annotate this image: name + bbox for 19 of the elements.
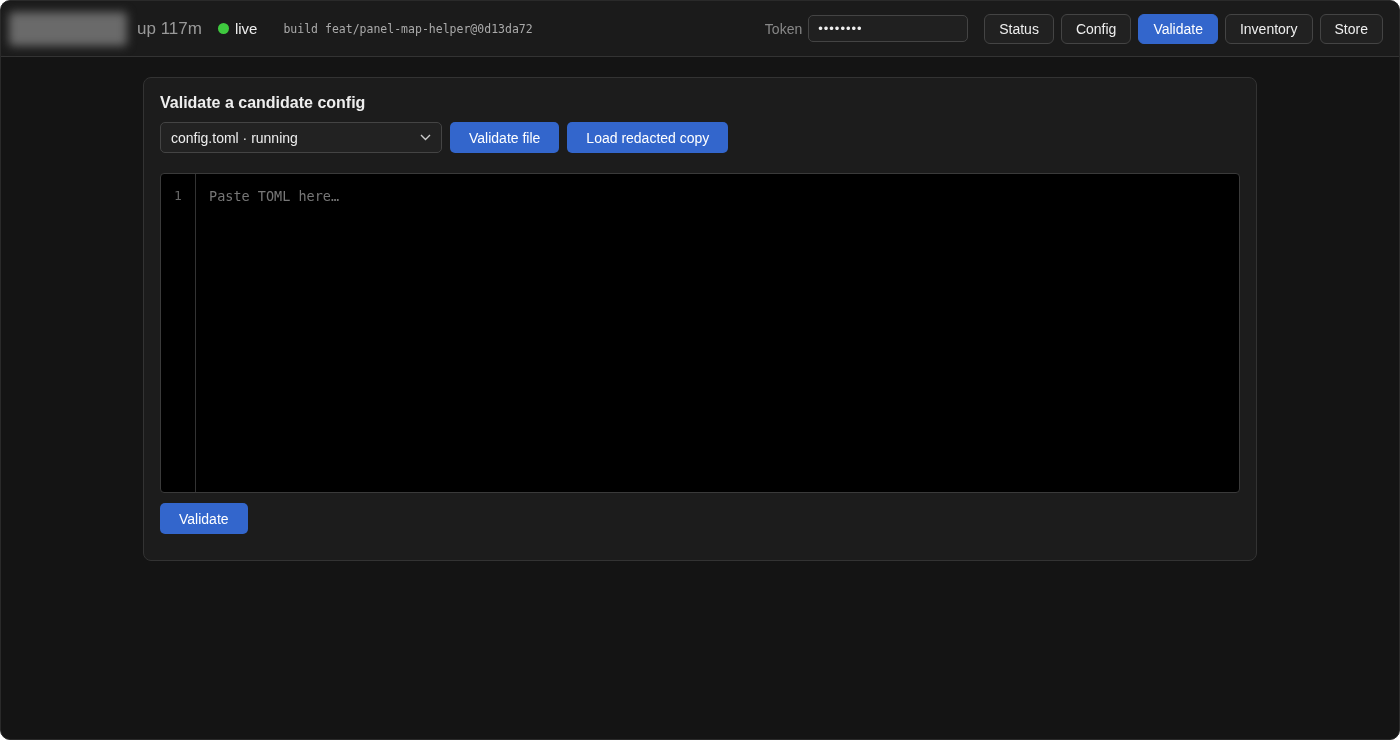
editor-placeholder: Paste TOML here… xyxy=(208,187,341,206)
nav-tab[interactable]: Inventory xyxy=(1224,13,1313,44)
file-select[interactable]: config.toml · running xyxy=(160,122,442,153)
build-text: build feat/panel-map-helper@0d13da72 xyxy=(283,21,533,36)
nav-tab[interactable]: Store xyxy=(1319,13,1383,44)
nav-tab[interactable]: Status xyxy=(984,13,1054,44)
nav-tab[interactable]: Config xyxy=(1060,13,1132,44)
action-button[interactable]: Validate file xyxy=(450,122,560,153)
validate-button[interactable]: Validate xyxy=(160,503,248,534)
token-label: Token xyxy=(764,20,803,37)
panel-title: Validate a candidate config xyxy=(160,94,366,112)
status-text: live xyxy=(234,20,258,37)
uptime-text: up 117m xyxy=(137,18,202,39)
chevron-down-icon xyxy=(420,134,431,141)
nav-tab[interactable]: Validate xyxy=(1138,13,1218,44)
line-number: 1 xyxy=(174,188,182,203)
action-button[interactable]: Load redacted copy xyxy=(567,122,729,153)
token-field[interactable]: •••••••• xyxy=(808,15,969,42)
toml-editor[interactable]: 1 Paste TOML here… xyxy=(160,173,1240,493)
